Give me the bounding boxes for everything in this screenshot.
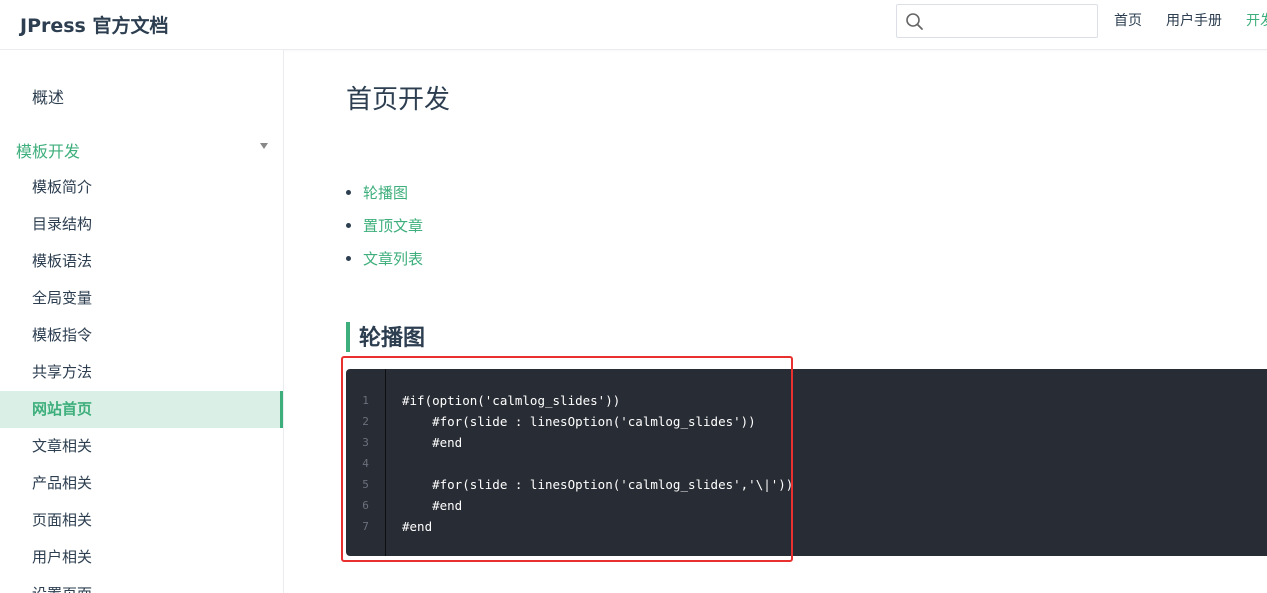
nav-link-user-manual[interactable]: 用户手册 [1166, 12, 1222, 30]
toc-link-pinned-articles[interactable]: 置顶文章 [363, 217, 423, 235]
toc-item: 轮播图 [346, 183, 423, 216]
sidebar-item-articles[interactable]: 文章相关 [0, 428, 283, 465]
sidebar-item-template-intro[interactable]: 模板简介 [0, 169, 283, 206]
nav-link-home[interactable]: 首页 [1114, 12, 1142, 30]
toc-link-carousel[interactable]: 轮播图 [363, 184, 408, 202]
code-line: #if(option('calmlog_slides')) [402, 393, 621, 408]
code-block[interactable]: 1 2 3 4 5 6 7 #if(option('calmlog_slides… [346, 369, 1267, 556]
sidebar: 概述 模板开发 模板简介 目录结构 模板语法 全局变量 模板指令 共享方法 网站… [0, 50, 284, 593]
caret-down-icon [260, 143, 268, 149]
code-line: #end [402, 435, 463, 450]
sidebar-item-directory-structure[interactable]: 目录结构 [0, 206, 283, 243]
section-heading-carousel: 轮播图 [346, 322, 425, 352]
sidebar-item-overview[interactable]: 概述 [32, 84, 64, 108]
sidebar-item-products[interactable]: 产品相关 [0, 465, 283, 502]
page-title: 首页开发 [346, 85, 451, 115]
code-line: #for(slide : linesOption('calmlog_slides… [402, 477, 794, 492]
sidebar-group-title: 模板开发 [16, 142, 81, 161]
toc-link-article-list[interactable]: 文章列表 [363, 250, 423, 268]
code-line: #for(slide : linesOption('calmlog_slides… [402, 414, 756, 429]
sidebar-item-pages[interactable]: 页面相关 [0, 502, 283, 539]
toc-item: 置顶文章 [346, 216, 423, 249]
line-number: 7 [362, 520, 369, 533]
navbar: JPress 官方文档 首页 用户手册 开发文档 [0, 0, 1267, 50]
sidebar-item-users[interactable]: 用户相关 [0, 539, 283, 576]
line-number: 4 [362, 457, 369, 470]
line-number: 6 [362, 499, 369, 512]
line-number: 3 [362, 436, 369, 449]
code-line-numbers: 1 2 3 4 5 6 7 [346, 369, 386, 556]
sidebar-group-template-dev[interactable]: 模板开发 [16, 138, 272, 161]
line-number: 2 [362, 415, 369, 428]
sidebar-item-shared-methods[interactable]: 共享方法 [0, 354, 283, 391]
nav-links: 首页 用户手册 开发文档 [1114, 12, 1267, 30]
bullet-icon [346, 190, 351, 195]
sidebar-item-site-home[interactable]: 网站首页 [0, 391, 283, 428]
sidebar-item-settings-page[interactable]: 设置页面 [0, 576, 283, 593]
line-number: 5 [362, 478, 369, 491]
sidebar-item-global-variables[interactable]: 全局变量 [0, 280, 283, 317]
search-icon [906, 13, 923, 30]
toc-item: 文章列表 [346, 249, 423, 282]
bullet-icon [346, 223, 351, 228]
table-of-contents: 轮播图 置顶文章 文章列表 [346, 183, 423, 282]
sidebar-item-template-syntax[interactable]: 模板语法 [0, 243, 283, 280]
code-lines: #if(option('calmlog_slides')) #for(slide… [402, 390, 793, 537]
site-title[interactable]: JPress 官方文档 [20, 11, 168, 38]
line-number: 1 [362, 394, 369, 407]
search-box[interactable] [896, 4, 1098, 38]
sidebar-list: 模板简介 目录结构 模板语法 全局变量 模板指令 共享方法 网站首页 文章相关 … [0, 169, 283, 593]
main-content: 首页开发 轮播图 置顶文章 文章列表 轮播图 1 2 3 4 5 6 7 #if… [285, 50, 1267, 593]
nav-link-dev-docs[interactable]: 开发文档 [1246, 12, 1267, 30]
code-line: #end [402, 519, 433, 534]
sidebar-item-template-directives[interactable]: 模板指令 [0, 317, 283, 354]
bullet-icon [346, 256, 351, 261]
search-input[interactable] [931, 9, 1091, 33]
code-line: #end [402, 498, 463, 513]
